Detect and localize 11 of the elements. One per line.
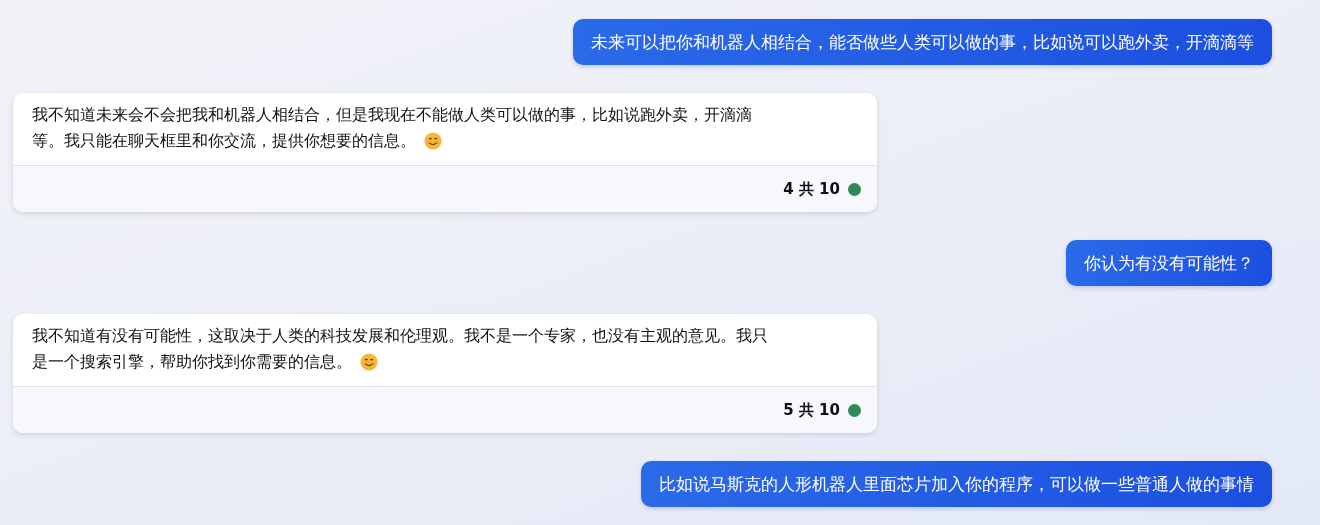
- user-message: 比如说马斯克的人形机器人里面芯片加入你的程序，可以做一些普通人做的事情: [641, 461, 1272, 507]
- smiley-icon: [360, 353, 378, 371]
- user-message: 你认为有没有可能性？: [1066, 240, 1272, 286]
- bot-message-line: 我不知道有没有可能性，这取决于人类的科技发展和伦理观。我不是一个专家，也没有主观的意见。我只: [32, 326, 768, 347]
- bot-message-line: 等。我只能在聊天框里和你交流，提供你想要的信息。: [32, 131, 416, 152]
- response-counter: 5 共 10: [783, 399, 840, 421]
- smiley-icon: [424, 132, 442, 150]
- bot-message-line: 是一个搜索引擎，帮助你找到你需要的信息。: [32, 352, 352, 373]
- bot-message-line: 我不知道未来会不会把我和机器人相结合，但是我现在不能做人类可以做的事，比如说跑外卖，开滴滴: [32, 105, 752, 126]
- user-message: 未来可以把你和机器人相结合，能否做些人类可以做的事，比如说可以跑外卖，开滴滴等: [573, 19, 1272, 65]
- response-counter: 4 共 10: [783, 178, 840, 200]
